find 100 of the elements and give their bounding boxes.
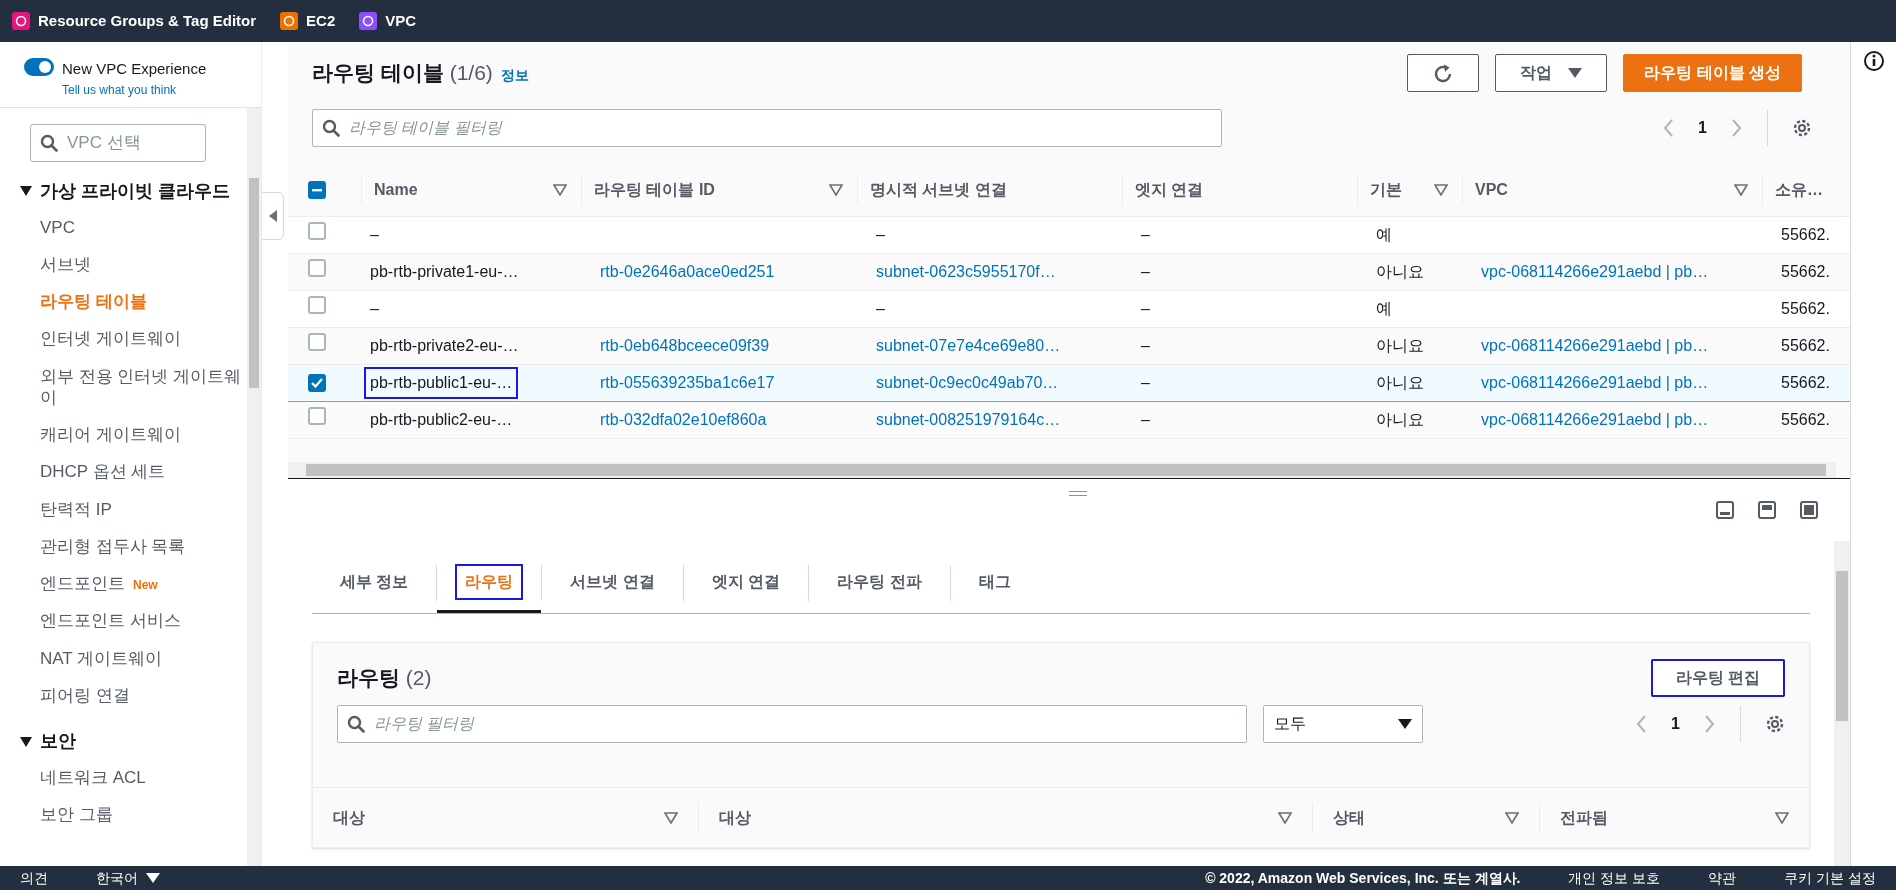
nav-link[interactable]: NAT 게이트웨이 [0, 639, 247, 677]
scrollbar[interactable] [247, 107, 261, 866]
vpc-select-field[interactable]: VPC 선택 [30, 123, 206, 162]
tab[interactable]: 엣지 연결 [683, 553, 809, 613]
column-header[interactable]: 소유… [1775, 177, 1823, 202]
sort-icon [663, 811, 678, 824]
table-cell: – [1141, 410, 1150, 428]
table-cell-text: pb-rtb-private2-eu-… [369, 335, 520, 356]
table-cell: 55662. [1781, 336, 1830, 354]
section-header[interactable]: 가상 프라이빗 클라우드 [0, 169, 247, 209]
feedback-link[interactable]: Tell us what you think [62, 80, 207, 99]
nav-link[interactable]: 탄력적 IP [0, 490, 247, 528]
next-page-icon[interactable] [1704, 714, 1716, 734]
table-cell: 아니요 [1376, 262, 1424, 280]
footer-link[interactable]: 개인 정보 보호 [1568, 867, 1661, 889]
table-cell: 예 [1376, 225, 1392, 243]
nav-link[interactable]: 캐리어 게이트웨이 [0, 416, 247, 454]
nav-link[interactable]: 네트워크 ACL [0, 759, 247, 797]
panel-layout-icon[interactable] [1800, 501, 1818, 519]
footer-link[interactable]: 쿠키 기본 설정 [1784, 867, 1876, 889]
panel-layout-icon[interactable] [1716, 501, 1734, 519]
column-header[interactable]: 대상 [333, 805, 365, 830]
row-checkbox[interactable] [308, 296, 326, 314]
table-link[interactable]: vpc-068114266e291aebd | pb… [1481, 336, 1709, 354]
actions-button[interactable]: 작업 [1495, 54, 1608, 92]
filter-field[interactable]: 라우팅 필터링 [337, 705, 1247, 743]
page-number[interactable]: 1 [1698, 116, 1707, 140]
table-link[interactable]: rtb-0e2646a0ace0ed251 [600, 262, 775, 280]
table-link[interactable]: subnet-0623c5955170f… [876, 262, 1056, 280]
table-link[interactable]: subnet-07e7e4ce69e80… [876, 336, 1061, 354]
service-shortcut[interactable]: EC2 [280, 9, 336, 33]
table-link[interactable]: vpc-068114266e291aebd | pb… [1481, 410, 1709, 428]
column-header[interactable]: 엣지 연결 [1135, 177, 1204, 202]
page-number[interactable]: 1 [1671, 712, 1680, 736]
column-header[interactable]: Name [374, 177, 418, 202]
nav-link[interactable]: 외부 전용 인터넷 게이트웨이 [0, 357, 247, 416]
nav-link[interactable]: 보안 그룹 [0, 796, 247, 834]
caret-icon [146, 873, 160, 883]
dropdown[interactable]: 모두 [1263, 705, 1423, 743]
edit-routes-button[interactable]: 라우팅 편집 [1650, 659, 1785, 697]
column-header[interactable]: 대상 [718, 805, 751, 830]
column-header[interactable]: 명시적 서브넷 연결 [870, 177, 1007, 202]
page-title: 라우팅 테이블 (1/6) [312, 60, 493, 87]
row-checkbox[interactable] [308, 373, 326, 392]
feedback-link[interactable]: 의견 [20, 867, 48, 889]
tab[interactable]: 태그 [950, 553, 1039, 613]
collapse-handle[interactable] [262, 192, 284, 240]
table-link[interactable]: rtb-032dfa02e10ef860a [600, 410, 767, 428]
scrollbar[interactable] [288, 462, 1836, 478]
footer-link[interactable]: 약관 [1708, 867, 1737, 889]
table-cell-text: – [369, 298, 380, 319]
table-cell-text: – [369, 224, 380, 245]
row-checkbox[interactable] [308, 407, 326, 425]
column-header[interactable]: 전파됨 [1560, 805, 1609, 830]
column-header[interactable]: 기본 [1370, 177, 1402, 202]
previous-page-icon[interactable] [1635, 714, 1648, 734]
nav-link[interactable]: 인터넷 게이트웨이 [0, 320, 247, 358]
table-link[interactable]: rtb-0eb648bceece09f39 [600, 336, 770, 354]
select-all-checkbox[interactable] [308, 180, 326, 199]
tab[interactable]: 라우팅 전파 [809, 553, 950, 613]
table-link[interactable]: subnet-008251979164c… [876, 410, 1061, 428]
nav-link[interactable]: 서브넷 [0, 245, 247, 283]
nav-link[interactable]: 엔드포인트 서비스 [0, 602, 247, 640]
sort-icon [1277, 811, 1292, 824]
row-checkbox[interactable] [308, 222, 326, 240]
tab[interactable]: 세부 정보 [312, 553, 437, 613]
info-link[interactable]: 정보 [500, 65, 529, 87]
service-shortcut[interactable]: Resource Groups & Tag Editor [12, 9, 257, 33]
table-cell: pb-rtb-public1-eu-… [364, 366, 519, 399]
service-shortcut[interactable]: VPC [359, 9, 417, 33]
row-checkbox[interactable] [308, 333, 326, 351]
row-checkbox[interactable] [308, 259, 326, 277]
nav-link[interactable]: 피어링 연결 [0, 676, 247, 714]
sort-icon [553, 183, 567, 196]
info-icon[interactable] [1862, 50, 1885, 72]
nav-link[interactable]: VPC [0, 208, 247, 246]
section-header[interactable]: 보안 [0, 714, 247, 759]
filter-field[interactable]: 라우팅 테이블 필터링 [312, 109, 1222, 147]
column-header[interactable]: 라우팅 테이블 ID [594, 177, 715, 202]
settings-icon[interactable] [1765, 714, 1785, 734]
table-cell: 예 [1376, 299, 1392, 317]
tab[interactable]: 서브넷 연결 [542, 553, 683, 613]
table-cell: 아니요 [1376, 373, 1424, 391]
toggle-switch[interactable] [24, 58, 54, 76]
caret-icon [1568, 68, 1583, 78]
scrollbar[interactable] [1834, 541, 1850, 866]
column-header[interactable]: VPC [1475, 177, 1508, 202]
column-header[interactable]: 상태 [1332, 805, 1365, 830]
table-cell: 55662. [1781, 225, 1830, 243]
nav-link[interactable]: 엔드포인트 [40, 573, 125, 595]
refresh-button[interactable] [1407, 54, 1480, 92]
panel-layout-icon[interactable] [1758, 501, 1776, 519]
language-selector[interactable]: 한국어 [96, 867, 160, 889]
settings-icon[interactable] [1792, 118, 1812, 138]
table-link[interactable]: vpc-068114266e291aebd | pb… [1481, 262, 1709, 280]
nav-link[interactable]: DHCP 옵션 세트 [0, 453, 247, 491]
resize-handle[interactable] [1069, 491, 1087, 496]
nav-link[interactable]: 관리형 접두사 목록 [0, 527, 247, 565]
previous-page-icon[interactable] [1662, 118, 1675, 138]
next-page-icon[interactable] [1731, 118, 1743, 138]
